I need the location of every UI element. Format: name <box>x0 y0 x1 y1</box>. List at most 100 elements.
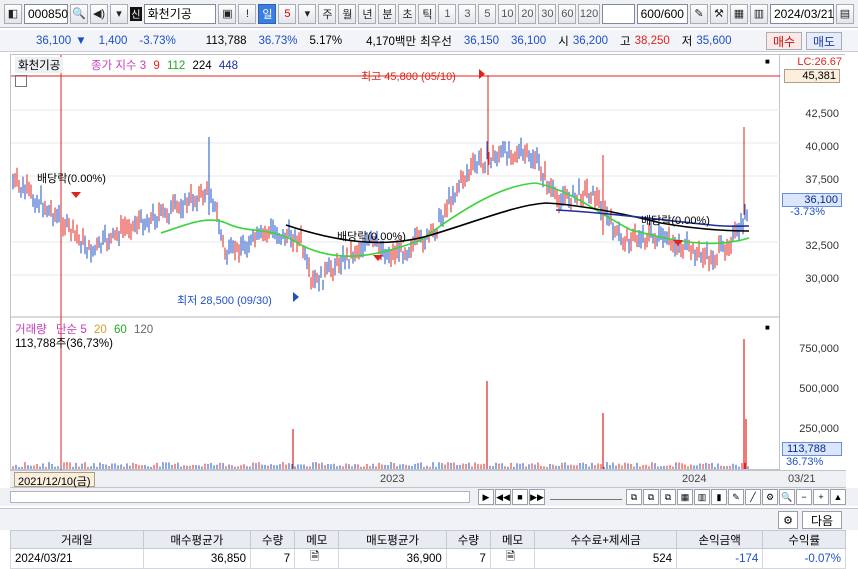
col-header: 수익률 <box>762 530 846 549</box>
bar-icon[interactable]: ▮ <box>711 489 727 505</box>
price-tick-42500: 42,500 <box>805 108 839 120</box>
period-count-dropdown-icon[interactable]: ▾ <box>298 3 317 24</box>
period-tick-button[interactable]: 틱 <box>418 3 437 24</box>
settings-icon[interactable]: ⚙ <box>762 489 778 505</box>
copy2-icon[interactable]: ⧉ <box>643 489 659 505</box>
stock-code-input[interactable]: 000850 <box>24 3 68 24</box>
col-header: 수량 <box>445 530 491 549</box>
best-label: 최우선 <box>420 35 452 48</box>
zoom-in-icon[interactable]: + <box>813 489 829 505</box>
data-total: /600 <box>660 6 684 21</box>
best-sell: 36,150 <box>463 34 500 47</box>
dividend-note-2: 배당락(0.00%) <box>337 231 406 243</box>
period-week-button[interactable]: 주 <box>318 3 337 24</box>
col-header: 손익금액 <box>675 530 764 549</box>
rewind-icon[interactable]: ◀◀ <box>495 489 511 505</box>
calendar-icon[interactable]: ▤ <box>835 3 854 24</box>
price-axis: LC:26.67 45,381 42,500 40,000 37,500 36,… <box>780 54 845 470</box>
tick-10-button[interactable]: 10 <box>498 3 517 24</box>
search-icon[interactable]: 🔍 <box>70 3 88 24</box>
period-day-count[interactable]: 5 <box>278 3 297 24</box>
table-toggle-icon[interactable] <box>15 75 27 87</box>
zoom-slider[interactable] <box>550 492 622 500</box>
line-icon[interactable]: ╱ <box>745 489 761 505</box>
stop-icon[interactable]: ■ <box>512 489 528 505</box>
period-month-button[interactable]: 월 <box>338 3 357 24</box>
volume-tick-750000: 750,000 <box>799 343 839 355</box>
cursor-date: 2021/12/10(금) <box>14 472 95 488</box>
ma-3: 3 <box>139 60 147 72</box>
volume-ma-120: 120 <box>133 324 154 336</box>
chart-title-box: 화천기공 <box>15 57 64 73</box>
menu-icon[interactable]: ◧ <box>4 3 22 24</box>
grid-icon[interactable]: ▦ <box>677 489 693 505</box>
next-button[interactable]: 다음 <box>802 511 842 529</box>
draw-icon[interactable]: ✎ <box>728 489 744 505</box>
custom-tick-input[interactable] <box>601 3 635 24</box>
current-price: 36,100 <box>36 34 72 47</box>
tick-60-button[interactable]: 60 <box>558 3 577 24</box>
col-header: 메모 <box>294 530 340 549</box>
data-count-display[interactable]: 600/600 <box>636 3 688 24</box>
table-row[interactable]: 2024/03/21 36,850 7 🗎 36,900 7 🗎 524 -17… <box>10 548 846 569</box>
fee-tax: 524 <box>534 548 677 569</box>
config-icon[interactable]: ▣ <box>218 3 237 24</box>
buy-qty: 7 <box>250 548 296 569</box>
quote-bar: 36,100 ▼ 1,400 -3.73% 113,788 36.73% 5.1… <box>0 30 858 52</box>
data-count: 600 <box>640 6 661 21</box>
tick-5-button[interactable]: 5 <box>478 3 497 24</box>
buy-button[interactable]: 매수 <box>766 32 802 50</box>
settings-icon[interactable]: ⚙ <box>778 511 798 529</box>
col-header: 매수평균가 <box>142 530 252 549</box>
price-tick-37500: 37,500 <box>805 174 839 186</box>
forward-icon[interactable]: ▶▶ <box>529 489 545 505</box>
price-pane-close-icon[interactable]: ■ <box>765 57 770 66</box>
period-day-button[interactable]: 일 <box>258 3 277 24</box>
copy-icon[interactable]: ⧉ <box>626 489 642 505</box>
tick-3-button[interactable]: 3 <box>458 3 477 24</box>
volume-pane-close-icon[interactable]: ■ <box>765 323 770 332</box>
grid-icon[interactable]: ▥ <box>749 3 768 24</box>
volume-ma-60: 60 <box>113 324 127 336</box>
col-header: 거래일 <box>10 530 144 549</box>
sell-button[interactable]: 매도 <box>806 32 842 50</box>
alert-button[interactable]: ! <box>238 3 257 24</box>
sell-qty: 7 <box>445 548 491 569</box>
save-icon[interactable]: ▦ <box>729 3 748 24</box>
date-axis: 2021/12/10(금) 2023 2024 03/21 <box>10 470 846 488</box>
open-label: 시 <box>558 35 569 48</box>
dropdown-icon[interactable]: ▾ <box>110 3 128 24</box>
dividend-note-1: 배당락(0.00%) <box>37 173 106 185</box>
ma-legend-label: 종가 지수 <box>91 60 137 72</box>
buy-memo-icon[interactable]: 🗎 <box>294 548 340 569</box>
col-header: 수수료+제세금 <box>534 530 677 549</box>
tick-1-button[interactable]: 1 <box>438 3 457 24</box>
period-second-button[interactable]: 초 <box>398 3 417 24</box>
edit-icon[interactable]: ✎ <box>689 3 708 24</box>
tick-30-button[interactable]: 30 <box>538 3 557 24</box>
tick-20-button[interactable]: 20 <box>518 3 537 24</box>
period-minute-button[interactable]: 분 <box>378 3 397 24</box>
copy3-icon[interactable]: ⧉ <box>660 489 676 505</box>
date-input[interactable]: 2024/03/21 <box>769 3 834 24</box>
down-arrow-icon: ▼ <box>75 34 87 47</box>
volume: 113,788 <box>205 34 247 47</box>
search-small-icon[interactable]: 🔍 <box>779 489 795 505</box>
trade-amount: 4,170백만 <box>366 35 417 48</box>
price-chart[interactable]: 화천기공 종가 지수 3 9 112 224 448 최고 45,800 (05… <box>10 54 781 471</box>
speaker-icon[interactable]: ◀) <box>90 3 108 24</box>
tool-icon[interactable]: ⚒ <box>709 3 728 24</box>
ma-legend: 종가 지수 3 9 112 224 448 <box>91 57 238 73</box>
zoom-out-icon[interactable]: − <box>796 489 812 505</box>
buy-avg: 36,850 <box>142 548 252 569</box>
scroll-track[interactable] <box>10 491 470 503</box>
tick-120-button[interactable]: 120 <box>578 3 600 24</box>
chart-stock-title: 화천기공 <box>18 60 61 72</box>
chart-type-icon[interactable]: ▥ <box>694 489 710 505</box>
scroll-top-icon[interactable]: ▲ <box>830 489 846 505</box>
price-tick-40000: 40,000 <box>805 141 839 153</box>
sell-avg: 36,900 <box>338 548 447 569</box>
period-year-button[interactable]: 년 <box>358 3 377 24</box>
sell-memo-icon[interactable]: 🗎 <box>489 548 536 569</box>
play-icon[interactable]: ▶ <box>478 489 494 505</box>
